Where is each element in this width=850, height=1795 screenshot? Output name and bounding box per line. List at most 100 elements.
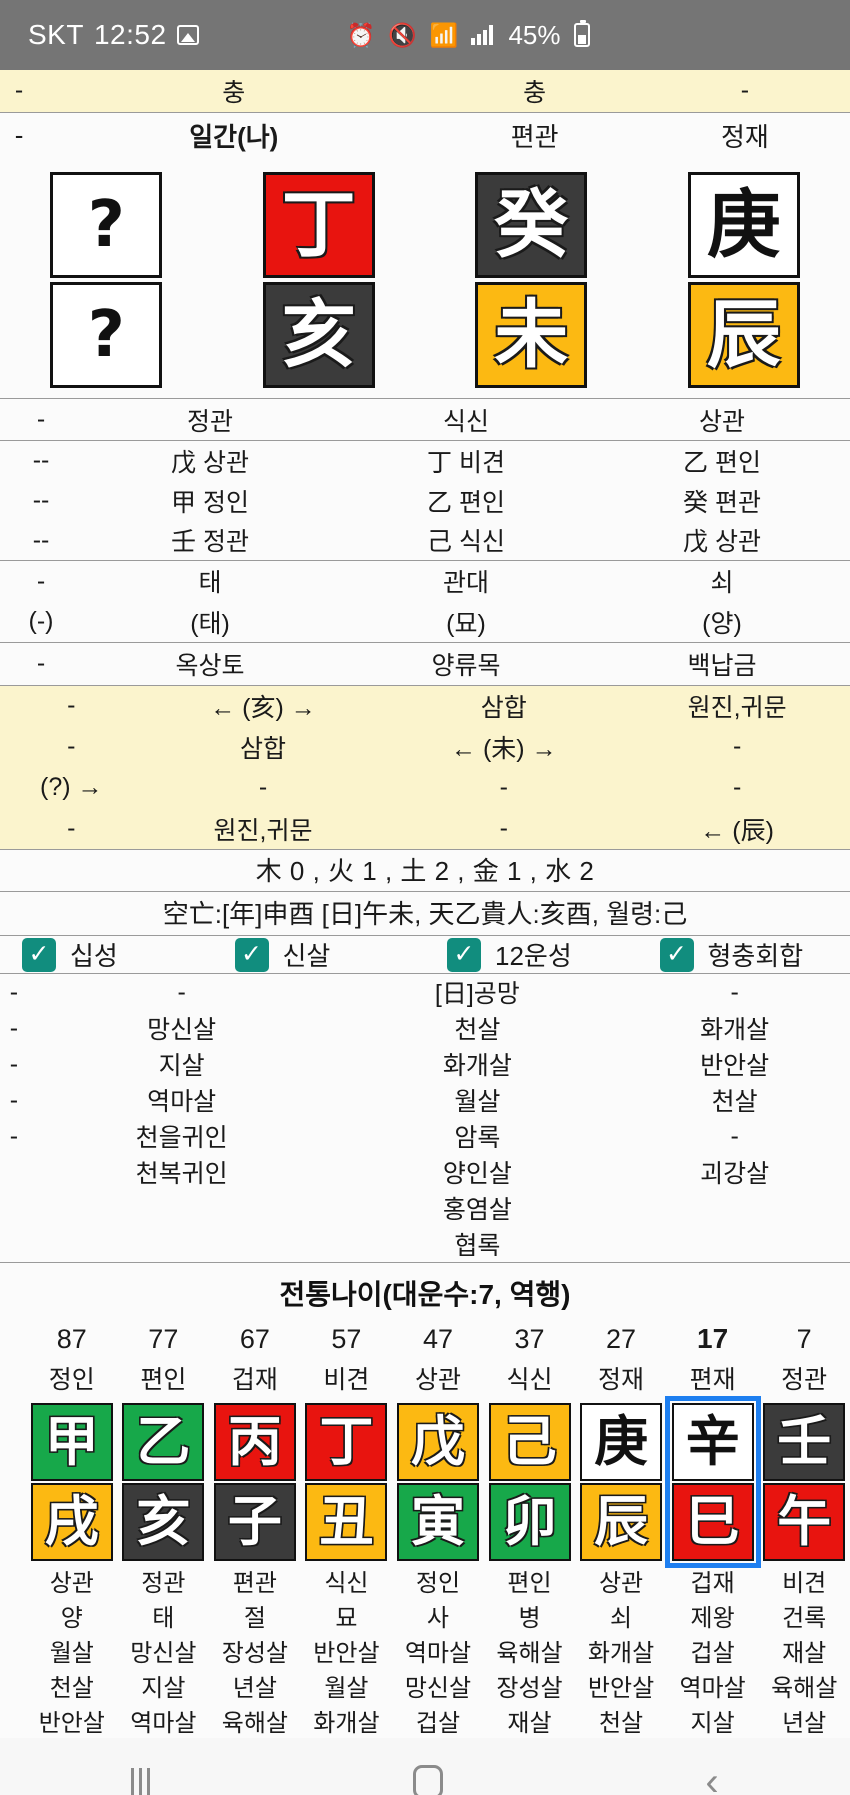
daeun-branch-card[interactable]: 巳 [671,1483,754,1561]
daeun-column[interactable]: 庚 辰 [575,1401,667,1563]
daeun-column[interactable]: 丁 丑 [301,1401,393,1563]
toggle-label: 십성 [70,941,118,971]
sinsal-cell [619,1190,850,1226]
daeun-branch-card[interactable]: 午 [763,1483,846,1561]
home-icon[interactable] [412,1765,443,1795]
daeun-sinsal-cell: 장성살 [496,1675,563,1702]
stem-card[interactable]: 庚 [687,172,800,278]
daeun-column[interactable]: 己 卯 [484,1401,576,1563]
daeun-branch-card[interactable]: 卯 [488,1483,571,1561]
stem-card[interactable]: ? [50,172,163,278]
sinsal-cell-highlight[interactable]: 홍염살 [335,1190,619,1226]
daeun-age-cell[interactable]: 7 [758,1319,850,1359]
daeun-sinsal-row: 반안살 역마살 육해살 화개살 겁살 재살 천살 지살 년살 [26,1703,850,1738]
daeun-stem-card[interactable]: 戊 [397,1403,480,1481]
branch-card[interactable]: 辰 [687,282,800,388]
sinsal-cell-highlight[interactable]: 협록 [335,1226,619,1262]
sinsal-cell-highlight[interactable]: 천을귀인 [28,1118,336,1154]
hyeongchung-row: (?) → - - - [0,767,850,808]
daeun-age-cell-current[interactable]: 17 [667,1319,759,1359]
ten-god-stem-cell: 편관 [429,112,640,158]
sinsal-cell: - [9,1049,19,1078]
daeun-column-selected[interactable]: 辛 巳 [664,1396,761,1568]
daeun-stem-card[interactable]: 壬 [763,1403,846,1481]
daeun-stem-card[interactable]: 乙 [122,1403,205,1481]
daeun-stem-card[interactable]: 辛 [671,1403,754,1481]
daeun-unseong-cell: 태 [152,1605,175,1632]
sinsal-cell-highlight[interactable]: 암록 [335,1118,619,1154]
sinsal-cell [619,1226,850,1262]
pillar-column-hour[interactable]: ? ? [0,172,213,388]
daeun-sinsal-cell: 년살 [782,1710,827,1737]
daeun-age-cell[interactable]: 87 [26,1319,118,1359]
hyeongchung-cell: - [499,814,508,842]
recents-icon[interactable] [131,1768,151,1795]
toggle-hyeongchunghoehap[interactable]: ✓ 형충회합 [638,936,850,973]
daeun-sinsal-cell: 월살 [324,1675,369,1702]
unseong-alt-cell: (태) [190,609,230,638]
sinsal-cell: - [9,1085,19,1114]
daeun-column[interactable]: 壬 午 [759,1401,850,1563]
daeun-age-cell[interactable]: 47 [392,1319,484,1359]
check-icon[interactable]: ✓ [659,937,694,972]
daeun-column[interactable]: 戊 寅 [392,1401,484,1563]
daeun-unseong-cell: 제왕 [690,1605,735,1632]
unseong-alt-cell: (양) [702,609,742,638]
daeun-column[interactable]: 丙 子 [209,1401,301,1563]
daeun-tengod-bottom-cell: 편관 [232,1570,277,1597]
hyeongchung-cell: 삼합 [239,734,286,763]
sinsal-cell-highlight[interactable]: 천복귀인 [28,1154,336,1190]
daeun-sinsal-cell: 월살 [49,1640,94,1667]
check-icon[interactable]: ✓ [22,937,56,972]
pillar-column-year[interactable]: 庚 辰 [638,172,850,388]
daeun-branch-card[interactable]: 子 [213,1483,296,1561]
daeun-age-cell[interactable]: 67 [209,1319,301,1359]
back-icon[interactable]: ‹ [705,1760,718,1795]
daeun-stem-card[interactable]: 丙 [213,1403,296,1481]
mute-icon: 🔇 [388,21,417,48]
daeun-branch-card[interactable]: 戌 [30,1483,113,1561]
daeun-age-cell[interactable]: 57 [301,1319,393,1359]
toggle-sipseong[interactable]: ✓ 십성 [0,936,213,973]
sinsal-row: - - [日]공망 - [0,974,850,1011]
daeun-branch-card[interactable]: 寅 [397,1483,480,1561]
daeun-stem-card[interactable]: 庚 [580,1403,663,1481]
stem-card[interactable]: 癸 [475,172,588,278]
daeun-branch-card[interactable]: 丑 [305,1483,388,1561]
hidden-stem-cell: 乙 편인 [683,448,761,477]
toggle-label: 신살 [282,941,331,971]
daeun-branch-card[interactable]: 亥 [122,1483,205,1561]
daeun-column[interactable]: 乙 亥 [118,1401,210,1563]
daeun-age-cell[interactable]: 37 [484,1319,576,1359]
sinsal-row: 협록 [0,1226,850,1262]
daeun-column[interactable]: 甲 戌 [26,1401,118,1563]
hidden-stem-row: -- 壬 정관 己 식신 戊 상관 [0,521,850,561]
toggle-sinsal[interactable]: ✓ 신살 [213,936,426,973]
branch-card[interactable]: ? [50,282,163,388]
branch-card[interactable]: 亥 [262,282,375,388]
sinsal-cell: 역마살 [147,1088,217,1116]
pillar-column-month[interactable]: 癸 未 [425,172,638,388]
toggle-12unseong[interactable]: ✓ 12운성 [425,936,638,973]
sinsal-cell: - [9,1013,19,1042]
daeun-age-cell[interactable]: 77 [118,1319,210,1359]
check-icon[interactable]: ✓ [234,937,269,972]
daeun-age-cell[interactable]: 27 [575,1319,667,1359]
daeun-sinsal-cell: 장성살 [221,1640,288,1667]
daeun-tengod-cell: 상관 [414,1366,461,1394]
branch-card[interactable]: 未 [475,282,588,388]
unseong-alt-row: (-) (태) (묘) (양) [0,602,850,643]
daeun-unseong-cell: 건록 [782,1605,827,1632]
daeun-stem-card[interactable]: 己 [488,1403,571,1481]
pillar-column-day[interactable]: 丁 亥 [213,172,426,388]
sinsal-cell-highlight[interactable]: 양인살 [335,1154,619,1190]
daeun-sinsal-cell: 겁살 [415,1710,461,1737]
stem-card[interactable]: 丁 [262,172,375,278]
daeun-stem-card[interactable]: 甲 [30,1403,113,1481]
daeun-stem-card[interactable]: 丁 [305,1403,388,1481]
chung-row: - 충 충 - [0,70,850,112]
sinsal-cell-highlight[interactable]: 괴강살 [619,1154,850,1190]
daeun-branch-card[interactable]: 辰 [580,1483,663,1561]
sinsal-cell [0,1226,28,1262]
check-icon[interactable]: ✓ [447,937,481,972]
